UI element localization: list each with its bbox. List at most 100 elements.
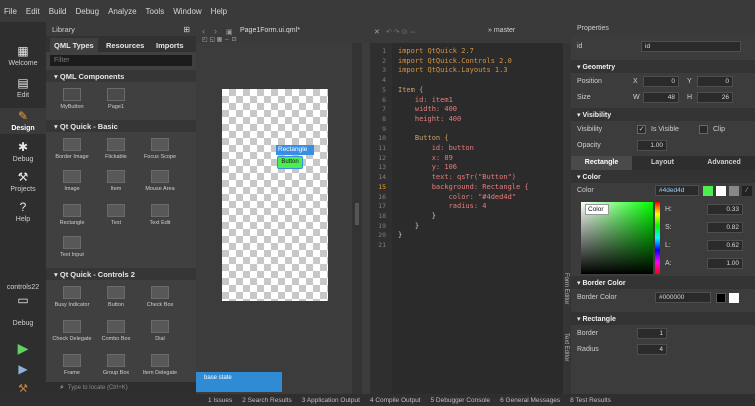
back-icon[interactable]: ‹ [202, 26, 205, 36]
menu-edit[interactable]: Edit [26, 7, 40, 16]
tab-rectangle[interactable]: Rectangle [571, 156, 632, 170]
id-field[interactable]: id [641, 41, 741, 52]
code-line[interactable]: id: item1 [398, 96, 453, 104]
side-tab-form-editor[interactable]: Form Editor [563, 273, 569, 304]
library-item[interactable]: Check Delegate [52, 320, 92, 342]
mode-design[interactable]: ✎ Design [0, 108, 46, 134]
menu-help[interactable]: Help [211, 7, 227, 16]
debug-run-icon[interactable]: ▶ [0, 362, 46, 376]
menu-file[interactable]: File [4, 7, 17, 16]
tab-advanced[interactable]: Advanced [693, 156, 755, 166]
library-item[interactable]: Text Input [52, 236, 92, 258]
section-qml-components[interactable]: ▾ QML Components [46, 70, 196, 82]
code-line[interactable]: height: 400 [398, 115, 461, 123]
library-item[interactable]: Button [96, 286, 136, 308]
section-qt-quick-basic[interactable]: ▾ Qt Quick - Basic [46, 120, 196, 132]
library-item[interactable]: Frame [52, 354, 92, 376]
color-swatch[interactable] [703, 186, 713, 196]
border-color-field[interactable]: #000000 [655, 292, 711, 303]
swatch-gradient[interactable] [729, 186, 739, 196]
tab-compile-output[interactable]: 4 Compile Output [370, 397, 421, 404]
library-item[interactable]: Mouse Area [140, 170, 180, 192]
tab-layout[interactable]: Layout [632, 156, 693, 166]
menu-build[interactable]: Build [49, 7, 67, 16]
library-item[interactable]: Focus Scope [140, 138, 180, 160]
library-item[interactable]: Dial [140, 320, 180, 342]
mode-projects[interactable]: ⚒ Projects [0, 170, 46, 193]
menu-window[interactable]: Window [173, 7, 201, 16]
library-item[interactable]: Text Edit [140, 204, 180, 226]
button-item[interactable]: Button [277, 156, 303, 169]
eyedropper-icon[interactable]: ⁄ [742, 186, 752, 196]
locator[interactable]: ⌕ Type to locate (Ctrl+K) [46, 382, 196, 394]
scroll-thumb[interactable] [355, 203, 359, 225]
library-item[interactable]: MyButton [52, 88, 92, 110]
code-editor[interactable]: import QtQuick 2.7 import QtQuick.Control… [392, 43, 563, 394]
menu-debug[interactable]: Debug [75, 7, 99, 16]
hue-slider[interactable] [655, 202, 660, 274]
library-item[interactable]: Check Box [140, 286, 180, 308]
tab-resources[interactable]: Resources [102, 38, 148, 52]
build-config[interactable]: Debug [0, 320, 46, 327]
mode-debug[interactable]: ✱ Debug [0, 140, 46, 163]
is-visible-checkbox[interactable]: ✓ [637, 125, 646, 134]
w-field[interactable]: 48 [643, 92, 679, 103]
filter-input[interactable]: Filter [50, 55, 192, 66]
document-canvas[interactable] [222, 89, 328, 301]
library-item[interactable]: Image [52, 170, 92, 192]
code-line[interactable]: Item { [398, 86, 423, 94]
library-item[interactable]: Flickable [96, 138, 136, 160]
section-geometry[interactable]: ▾ Geometry [571, 60, 755, 73]
tab-qml-types[interactable]: QML Types [50, 38, 98, 52]
code-line[interactable]: y: 106 [398, 163, 457, 171]
state-base[interactable]: base state [196, 372, 282, 392]
code-line[interactable]: Button { [398, 134, 449, 142]
y-field[interactable]: 0 [697, 76, 733, 87]
code-line[interactable]: text: qsTr("Button") [398, 173, 516, 181]
mode-edit[interactable]: ▤ Edit [0, 76, 46, 99]
code-line[interactable]: } [398, 222, 419, 230]
s-field[interactable]: 0.82 [707, 222, 743, 233]
clip-checkbox[interactable] [699, 125, 708, 134]
open-document[interactable]: Page1Form.ui.qml* [240, 27, 300, 34]
toolbar-icons[interactable]: ◰ ◱ ▦ ⇔ ⊡ [202, 36, 237, 43]
code-line[interactable]: radius: 4 [398, 202, 487, 210]
library-item[interactable]: Rectangle [52, 204, 92, 226]
swatch-white[interactable] [729, 293, 739, 303]
library-item[interactable]: Border Image [52, 138, 92, 160]
library-item[interactable]: Item [96, 170, 136, 192]
code-line[interactable]: } [398, 231, 402, 239]
forward-icon[interactable]: › [214, 26, 217, 36]
code-line[interactable]: color: "#4ded4d" [398, 193, 516, 201]
mode-help[interactable]: ? Help [0, 200, 46, 223]
swatch-white[interactable] [716, 186, 726, 196]
tab-general-messages[interactable]: 6 General Messages [500, 397, 560, 404]
library-item[interactable]: Text [96, 204, 136, 226]
run-icon[interactable]: ▶ [0, 340, 46, 357]
code-line[interactable]: } [398, 212, 436, 220]
section-visibility[interactable]: ▾ Visibility [571, 108, 755, 121]
undo-redo-icons[interactable]: ↶ ↷ ⊙ ⇔ [386, 28, 416, 36]
library-item[interactable]: Group Box [96, 354, 136, 376]
opacity-field[interactable]: 1.00 [637, 140, 667, 151]
h-field[interactable]: 26 [697, 92, 733, 103]
close-icon[interactable]: ✕ [374, 28, 380, 36]
x-field[interactable]: 0 [643, 76, 679, 87]
library-item[interactable]: Combo Box [96, 320, 136, 342]
border-color-swatch[interactable] [716, 293, 726, 303]
code-line[interactable]: id: button [398, 144, 474, 152]
library-item[interactable]: Busy Indicator [52, 286, 92, 308]
split-icon[interactable]: ⊞ [183, 25, 190, 34]
section-rectangle[interactable]: ▾ Rectangle [571, 312, 755, 325]
a-field[interactable]: 1.00 [707, 258, 743, 269]
code-line[interactable]: width: 400 [398, 105, 457, 113]
section-qt-quick-controls[interactable]: ▾ Qt Quick - Controls 2 [46, 268, 196, 280]
locator-input[interactable]: Type to locate (Ctrl+K) [68, 385, 128, 391]
code-line[interactable]: import QtQuick.Layouts 1.3 [398, 66, 508, 74]
l-field[interactable]: 0.62 [707, 240, 743, 251]
mode-welcome[interactable]: ▦ Welcome [0, 44, 46, 67]
menu-tools[interactable]: Tools [146, 7, 165, 16]
tab-test-results[interactable]: 8 Test Results [570, 397, 611, 404]
menu-analyze[interactable]: Analyze [108, 7, 136, 16]
tab-application-output[interactable]: 3 Application Output [302, 397, 360, 404]
